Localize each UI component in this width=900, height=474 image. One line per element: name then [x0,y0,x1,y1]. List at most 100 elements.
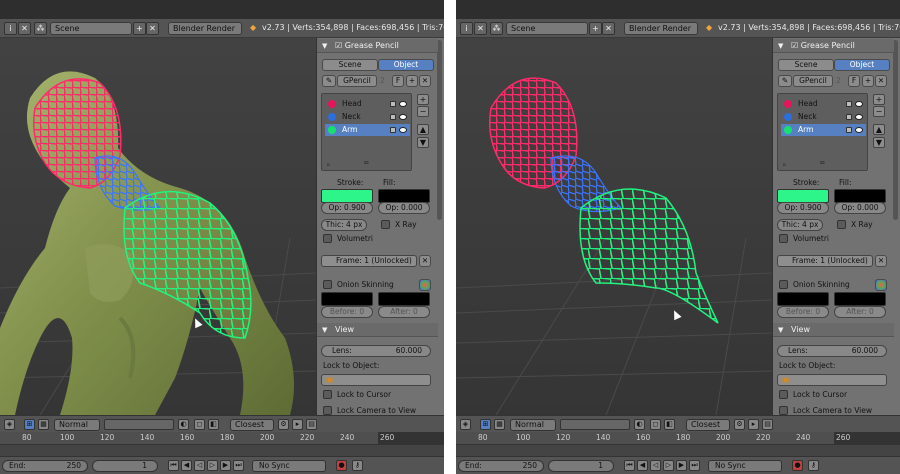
timeline-ruler[interactable]: 80 100 120 140 160 180 200 220 240 260 [0,432,444,456]
after-slider[interactable]: After: 0 [378,306,430,318]
scene-icon[interactable]: ⁂ [34,22,47,35]
delete-frame-icon[interactable]: ✕ [875,255,887,267]
jump-end-icon[interactable]: ⏭ [689,460,700,471]
lock-icon[interactable] [846,101,852,107]
pivot-icon[interactable]: ◐ [634,419,645,430]
color-wheel-icon[interactable] [419,279,431,291]
fake-user-button[interactable]: F [848,75,860,87]
current-frame-field[interactable]: 1 [92,460,158,472]
jump-start-icon[interactable]: ⏮ [624,460,635,471]
end-frame-field[interactable]: End: 250 [2,460,88,472]
lens-slider[interactable]: Lens: 60.000 [321,345,431,357]
play-reverse-icon[interactable]: ◁ [194,460,205,471]
lock-camera-checkbox[interactable] [323,406,332,415]
xray-checkbox[interactable] [837,220,846,229]
3d-viewport[interactable] [0,38,316,415]
close-icon[interactable]: ✕ [18,22,31,35]
fill-opacity-slider[interactable]: Op: 0.000 [834,202,886,214]
film-icon[interactable]: ▤ [762,419,773,430]
render-engine-select[interactable]: Blender Render [624,22,698,35]
camera-icon[interactable]: ▸ [292,419,303,430]
list-item[interactable]: Neck [325,111,410,123]
snap-element-select[interactable]: Closest [230,419,274,431]
jump-end-icon[interactable]: ⏭ [233,460,244,471]
volumetric-checkbox[interactable] [323,234,332,243]
tab-scene[interactable]: Scene [322,59,378,71]
editor-type-icon[interactable]: ◈ [460,419,471,430]
resize-grip-icon[interactable]: ═ [820,158,825,168]
move-up-icon[interactable]: ▲ [417,124,429,135]
grease-pencil-header[interactable]: ▼ ☑ Grease Pencil [317,39,438,53]
viewport-shading-icon[interactable]: ⊞ [480,419,491,430]
snap-icon[interactable]: ◧ [664,419,675,430]
after-slider[interactable]: After: 0 [834,306,886,318]
keying-icon[interactable]: ⚷ [808,460,819,471]
next-key-icon[interactable]: ▶ [220,460,231,471]
mode-icon[interactable]: ▦ [38,419,49,430]
play-reverse-icon[interactable]: ◁ [650,460,661,471]
lock-icon[interactable] [390,114,396,120]
eye-icon[interactable] [855,114,863,120]
resize-dot-icon[interactable]: ∘ [782,160,787,170]
list-item[interactable]: Neck [781,111,866,123]
move-down-icon[interactable]: ▼ [873,137,885,148]
lens-slider[interactable]: Lens: 60.000 [777,345,887,357]
before-color-swatch[interactable] [777,292,829,306]
lock-icon[interactable] [846,127,852,133]
shading-select[interactable]: Normal [54,419,100,431]
eye-icon[interactable] [855,101,863,107]
next-key-icon[interactable]: ▶ [676,460,687,471]
gpencil-datablock[interactable]: GPencil [793,75,833,87]
after-color-swatch[interactable] [378,292,430,306]
stroke-opacity-slider[interactable]: Op: 0.900 [321,202,373,214]
remove-layer-icon[interactable]: − [417,106,429,117]
unlink-datablock-icon[interactable]: ✕ [875,75,887,87]
manipulator-icon[interactable]: ◻ [650,419,661,430]
add-layer-icon[interactable]: + [873,94,885,105]
render-engine-select[interactable]: Blender Render [168,22,242,35]
layer-buttons[interactable] [104,419,174,430]
add-datablock-icon[interactable]: + [862,75,874,87]
stroke-opacity-slider[interactable]: Op: 0.900 [777,202,829,214]
before-color-swatch[interactable] [321,292,373,306]
editor-type-icon[interactable]: i [4,22,17,35]
volumetric-checkbox[interactable] [779,234,788,243]
mode-icon[interactable]: ▦ [494,419,505,430]
scene-field[interactable]: Scene [50,22,132,35]
frame-field[interactable]: Frame: 1 (Unlocked) [777,255,873,267]
frame-field[interactable]: Frame: 1 (Unlocked) [321,255,417,267]
view-panel-header[interactable]: ▼ View [773,323,894,337]
viewport-shading-icon[interactable]: ⊞ [24,419,35,430]
editor-type-icon[interactable]: i [460,22,473,35]
lock-cursor-checkbox[interactable] [779,390,788,399]
thickness-slider[interactable]: Thic: 4 px [777,219,823,231]
tab-object[interactable]: Object [834,59,890,71]
onion-checkbox[interactable] [779,280,788,289]
lock-cursor-checkbox[interactable] [323,390,332,399]
snap-icon[interactable]: ◧ [208,419,219,430]
jump-start-icon[interactable]: ⏮ [168,460,179,471]
color-wheel-icon[interactable] [875,279,887,291]
scene-field[interactable]: Scene [506,22,588,35]
manipulator-icon[interactable]: ◻ [194,419,205,430]
delete-frame-icon[interactable]: ✕ [419,255,431,267]
fill-color-swatch[interactable] [378,189,430,203]
list-item-selected[interactable]: Arm [325,124,410,136]
play-icon[interactable]: ▷ [663,460,674,471]
before-slider[interactable]: Before: 0 [321,306,373,318]
move-down-icon[interactable]: ▼ [417,137,429,148]
lock-icon[interactable] [390,101,396,107]
list-item-selected[interactable]: Arm [781,124,866,136]
remove-scene-icon[interactable]: ✕ [602,22,615,35]
eye-icon[interactable] [855,127,863,133]
onion-checkbox[interactable] [323,280,332,289]
add-datablock-icon[interactable]: + [406,75,418,87]
current-frame-field[interactable]: 1 [548,460,614,472]
close-icon[interactable]: ✕ [474,22,487,35]
move-up-icon[interactable]: ▲ [873,124,885,135]
render-icon[interactable]: ⚙ [734,419,745,430]
before-slider[interactable]: Before: 0 [777,306,829,318]
xray-checkbox[interactable] [381,220,390,229]
scrollbar[interactable] [893,40,898,220]
stroke-color-swatch[interactable] [777,189,829,203]
